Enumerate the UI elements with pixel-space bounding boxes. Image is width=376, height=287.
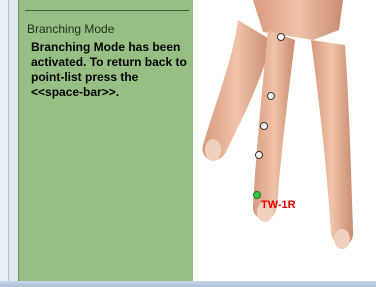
point-marker bbox=[267, 92, 275, 100]
nail-left bbox=[205, 139, 221, 161]
panel-divider bbox=[25, 10, 189, 11]
nail-right bbox=[334, 229, 350, 249]
info-panel: Branching Mode Branching Mode has been a… bbox=[18, 0, 193, 287]
point-marker bbox=[260, 122, 268, 130]
hand-model bbox=[202, 0, 354, 249]
point-marker bbox=[255, 151, 263, 159]
active-point-label: TW-1R bbox=[261, 199, 296, 211]
panel-title: Branching Mode bbox=[27, 22, 115, 36]
active-point-marker bbox=[253, 191, 261, 199]
point-marker bbox=[277, 33, 285, 41]
window-bottom-edge bbox=[0, 281, 376, 287]
panel-message: Branching Mode has been activated. To re… bbox=[31, 40, 187, 99]
3d-viewport[interactable]: TW-1R bbox=[193, 0, 376, 287]
hand-back bbox=[253, 0, 343, 40]
finger-right bbox=[311, 40, 354, 246]
